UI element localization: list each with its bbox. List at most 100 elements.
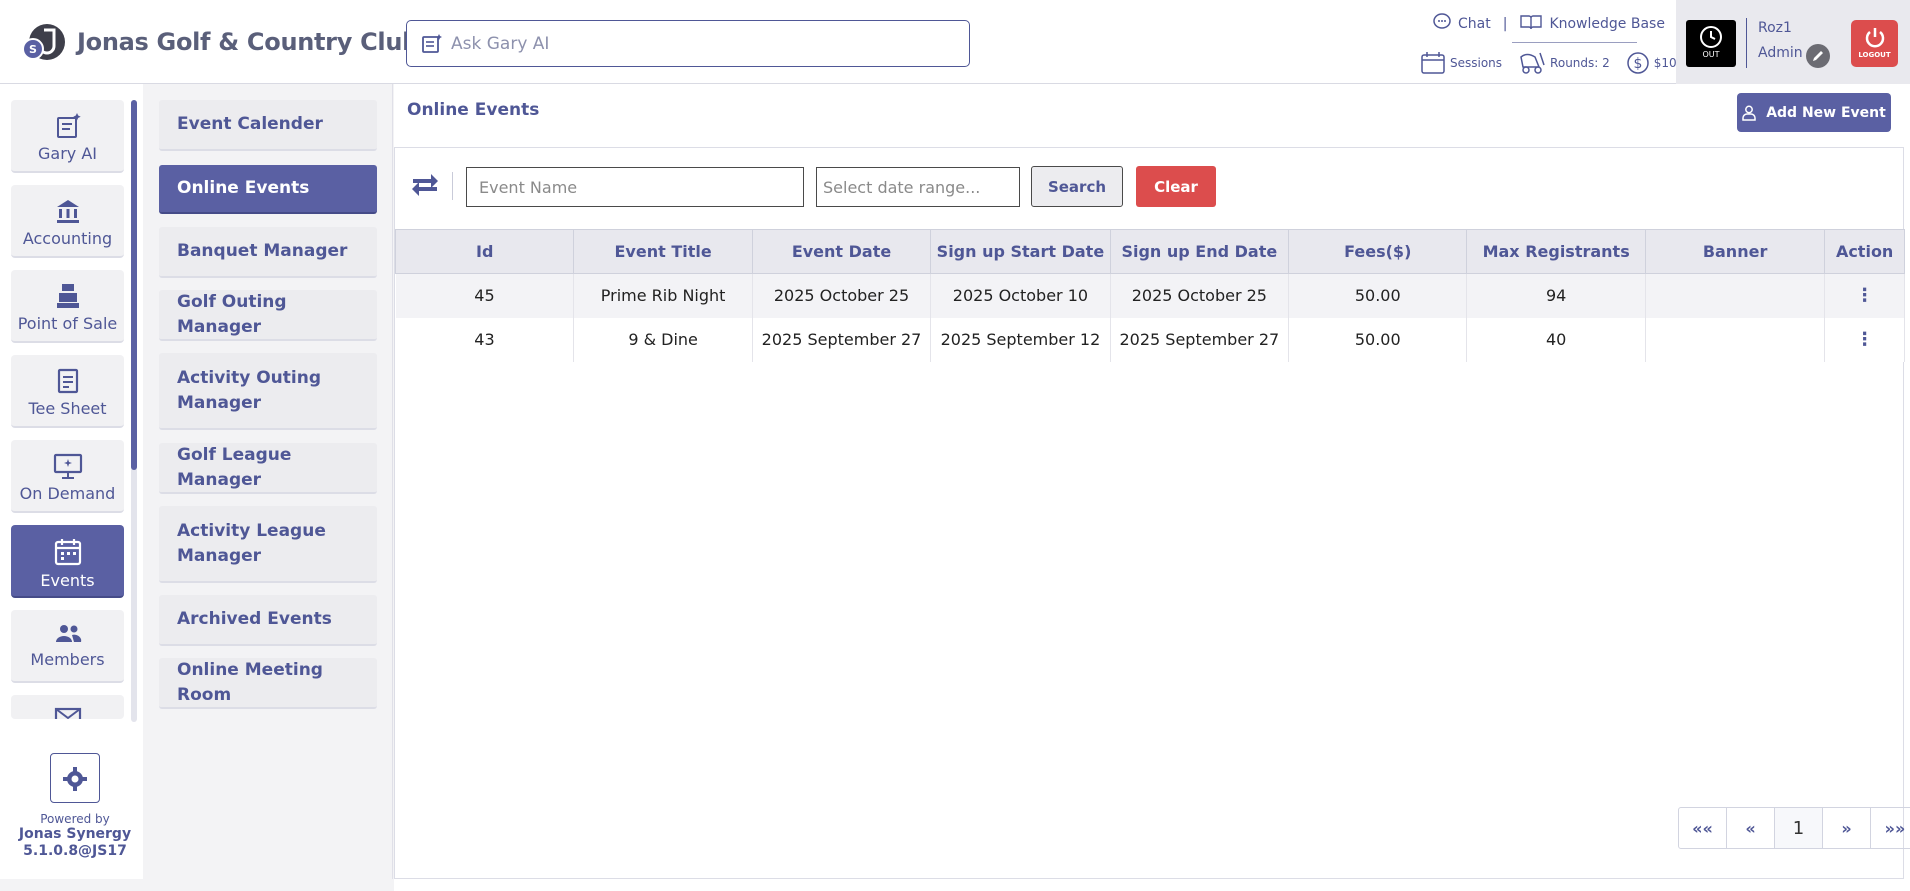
refresh-icon[interactable] bbox=[409, 171, 441, 203]
golf-cart-icon bbox=[1520, 52, 1545, 74]
knowledge-base-link[interactable]: Knowledge Base bbox=[1549, 16, 1665, 32]
submenu-item-online-meeting-room[interactable]: Online Meeting Room bbox=[159, 658, 377, 709]
add-new-event-button[interactable]: Add New Event bbox=[1737, 93, 1891, 132]
rail-item-more[interactable] bbox=[11, 695, 124, 719]
cell-max-registrants: 40 bbox=[1466, 317, 1646, 362]
column-header-event-title[interactable]: Event Title bbox=[573, 229, 753, 274]
page-title: Online Events bbox=[407, 100, 540, 120]
submenu-item-archived-events[interactable]: Archived Events bbox=[159, 595, 377, 646]
rail-scrollbar[interactable] bbox=[131, 100, 137, 470]
top-links-underline bbox=[1512, 42, 1637, 43]
ask-gary-ai-input[interactable] bbox=[451, 31, 951, 57]
table-header-row: Id Event Title Event Date Sign up Start … bbox=[394, 229, 1905, 274]
user-name: Roz1 bbox=[1758, 20, 1792, 36]
page-first-button[interactable]: «« bbox=[1679, 808, 1727, 848]
rail-label: Gary AI bbox=[38, 144, 97, 163]
sessions-label: Sessions bbox=[1450, 56, 1503, 70]
cell-event-title: 9 & Dine bbox=[573, 317, 753, 362]
table-row[interactable]: 45 Prime Rib Night 2025 October 25 2025 … bbox=[395, 273, 1905, 318]
main-content: Online Events Add New Event Search Clear… bbox=[394, 84, 1910, 891]
table-row[interactable]: 43 9 & Dine 2025 September 27 2025 Septe… bbox=[395, 317, 1905, 362]
submenu-item-event-calender[interactable]: Event Calender bbox=[159, 100, 377, 151]
row-actions-menu-icon[interactable]: ⋮ bbox=[1824, 273, 1905, 318]
row-actions-menu-icon[interactable]: ⋮ bbox=[1824, 317, 1905, 362]
rail-label: Tee Sheet bbox=[28, 399, 107, 418]
date-range-input[interactable] bbox=[816, 167, 1020, 207]
book-icon[interactable] bbox=[1519, 13, 1543, 35]
column-header-signup-start[interactable]: Sign up Start Date bbox=[930, 229, 1111, 274]
rail-item-accounting[interactable]: Accounting bbox=[11, 185, 124, 258]
event-name-input[interactable] bbox=[466, 167, 804, 207]
cell-max-registrants: 94 bbox=[1466, 273, 1646, 318]
events-panel: Search Clear Id Event Title Event Date S… bbox=[394, 147, 1910, 879]
chat-link[interactable]: Chat bbox=[1458, 16, 1491, 32]
settings-button[interactable] bbox=[50, 753, 100, 803]
power-icon bbox=[1865, 28, 1884, 48]
stats-bar: Sessions Rounds: 2 $ $100 bbox=[1420, 51, 1700, 75]
club-logo[interactable]: S bbox=[20, 22, 66, 62]
bank-icon bbox=[56, 200, 79, 223]
rail-label: On Demand bbox=[19, 484, 116, 503]
rail-item-on-demand[interactable]: On Demand bbox=[11, 440, 124, 513]
submenu-item-online-events[interactable]: Online Events bbox=[159, 165, 377, 214]
rounds-stat[interactable]: Rounds: 2 bbox=[1518, 51, 1610, 75]
page-prev-button[interactable]: « bbox=[1727, 808, 1775, 848]
column-header-id[interactable]: Id bbox=[394, 229, 575, 274]
clock-out-button[interactable]: OUT bbox=[1686, 20, 1736, 67]
cell-fees: 50.00 bbox=[1288, 317, 1468, 362]
rail-item-gary-ai[interactable]: Gary AI bbox=[11, 100, 124, 173]
user-divider bbox=[1746, 18, 1747, 68]
club-name: Jonas Golf & Country Club bbox=[77, 28, 420, 56]
user-icon bbox=[1742, 105, 1756, 121]
top-links: Chat | Knowledge Base bbox=[1432, 13, 1665, 35]
column-header-fees[interactable]: Fees($) bbox=[1288, 229, 1468, 274]
clock-icon bbox=[1700, 26, 1722, 48]
calendar-icon bbox=[54, 539, 81, 566]
company-name: Jonas Synergy bbox=[18, 826, 132, 842]
top-bar: S Jonas Golf & Country Club Chat | Knowl… bbox=[0, 0, 1910, 84]
edit-profile-icon[interactable] bbox=[1806, 44, 1830, 68]
rail-item-members[interactable]: Members bbox=[11, 610, 124, 683]
submenu-item-banquet-manager[interactable]: Banquet Manager bbox=[159, 227, 377, 278]
cell-banner bbox=[1645, 317, 1826, 362]
rail-label: Accounting bbox=[22, 229, 113, 248]
logout-button[interactable]: LOGOUT bbox=[1851, 20, 1898, 67]
column-header-action: Action bbox=[1824, 229, 1905, 274]
submenu-item-activity-league-manager[interactable]: Activity League Manager bbox=[159, 506, 377, 583]
rail-item-tee-sheet[interactable]: Tee Sheet bbox=[11, 355, 124, 428]
rail-label: Events bbox=[40, 571, 95, 590]
ask-gary-ai-box[interactable] bbox=[406, 20, 970, 67]
mail-icon bbox=[54, 707, 81, 719]
link-separator: | bbox=[1502, 16, 1508, 32]
submenu-item-activity-outing-manager[interactable]: Activity Outing Manager bbox=[159, 353, 377, 430]
cell-signup-start: 2025 September 12 bbox=[930, 317, 1111, 362]
search-button[interactable]: Search bbox=[1031, 166, 1123, 207]
column-header-event-date[interactable]: Event Date bbox=[751, 229, 932, 274]
rail-item-point-of-sale[interactable]: Point of Sale bbox=[11, 270, 124, 343]
logout-label: LOGOUT bbox=[1858, 51, 1891, 59]
submenu-item-golf-outing-manager[interactable]: Golf Outing Manager bbox=[159, 290, 377, 341]
cell-event-date: 2025 October 25 bbox=[752, 273, 932, 318]
filter-divider bbox=[452, 172, 453, 200]
clear-button[interactable]: Clear bbox=[1136, 166, 1216, 207]
submenu-item-golf-league-manager[interactable]: Golf League Manager bbox=[159, 443, 377, 494]
rail-item-events[interactable]: Events bbox=[11, 525, 124, 598]
column-header-banner[interactable]: Banner bbox=[1644, 229, 1826, 274]
cell-id: 43 bbox=[395, 317, 575, 362]
gary-ai-icon bbox=[56, 113, 81, 138]
document-icon bbox=[57, 368, 78, 394]
cell-id: 45 bbox=[395, 273, 575, 318]
column-header-max-registrants[interactable]: Max Registrants bbox=[1466, 229, 1646, 274]
page-next-button[interactable]: » bbox=[1823, 808, 1871, 848]
cell-signup-start: 2025 October 10 bbox=[930, 273, 1111, 318]
gary-ai-icon bbox=[421, 33, 443, 59]
page-last-button[interactable]: »» bbox=[1871, 808, 1910, 848]
pagination: «« « 1 » »» bbox=[1678, 807, 1910, 849]
column-header-signup-end[interactable]: Sign up End Date bbox=[1109, 229, 1290, 274]
sessions-stat[interactable]: Sessions bbox=[1420, 51, 1502, 75]
page-current-button[interactable]: 1 bbox=[1775, 808, 1823, 848]
user-role: Admin bbox=[1758, 45, 1803, 61]
version-label: 5.1.0.8@JS17 bbox=[23, 843, 127, 859]
chat-icon[interactable] bbox=[1432, 13, 1452, 35]
monitor-icon bbox=[53, 453, 82, 479]
